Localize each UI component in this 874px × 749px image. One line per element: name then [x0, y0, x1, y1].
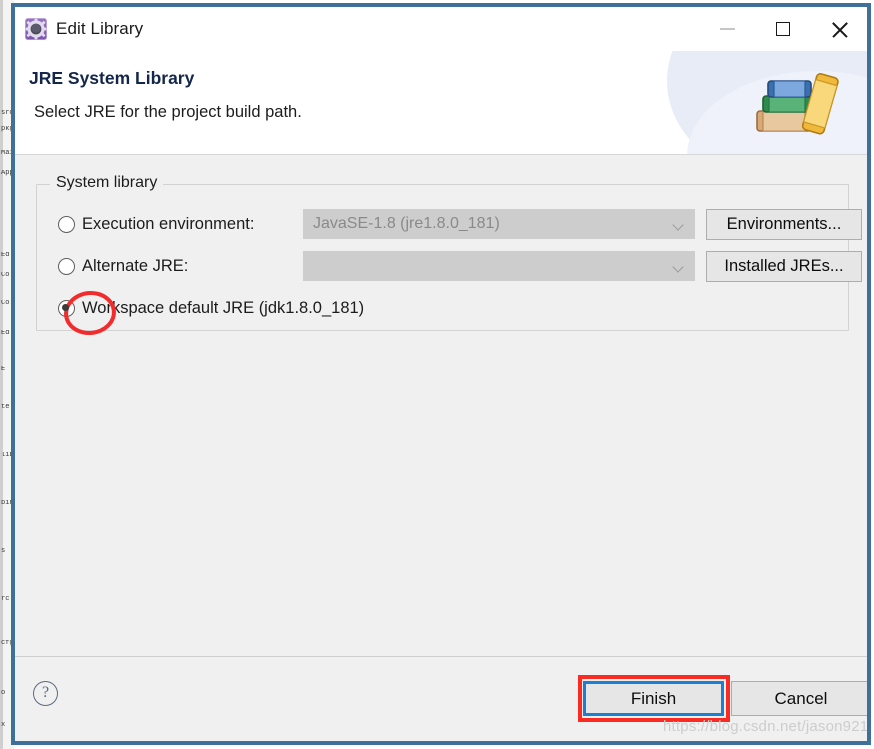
title-bar[interactable]: Edit Library — [15, 7, 867, 51]
backdrop-line: rc — [1, 596, 10, 603]
finish-button[interactable]: Finish — [583, 681, 724, 716]
cancel-button[interactable]: Cancel — [731, 681, 867, 716]
radio-label-alternate-jre: Alternate JRE: — [82, 256, 189, 275]
chevron-down-icon — [674, 263, 683, 272]
backdrop-line: Ed — [1, 330, 10, 337]
dialog-body: System library Execution environment: Ja… — [15, 155, 867, 656]
backdrop-line: te — [1, 404, 10, 411]
backdrop-line: Co — [1, 272, 10, 279]
page-title: JRE System Library — [29, 68, 195, 88]
system-library-group: System library Execution environment: Ja… — [36, 174, 862, 338]
window-controls — [699, 7, 867, 51]
alternate-jre-combo[interactable] — [303, 251, 695, 281]
close-icon — [831, 21, 848, 38]
backdrop-line: x — [1, 722, 6, 729]
maximize-icon — [776, 22, 790, 36]
backdrop-line: E — [1, 366, 6, 373]
minimize-button[interactable] — [699, 7, 755, 51]
row-execution-environment: Execution environment: JavaSE-1.8 (jre1.… — [37, 209, 862, 240]
page-subtitle: Select JRE for the project build path. — [34, 103, 302, 121]
radio-label-workspace-default-jre: Workspace default JRE (jdk1.8.0_181) — [82, 298, 365, 317]
maximize-button[interactable] — [755, 7, 811, 51]
dialog-header: JRE System Library Select JRE for the pr… — [15, 51, 867, 155]
group-legend: System library — [50, 174, 164, 192]
edit-library-dialog: Edit Library JRE System Library Select J… — [11, 3, 871, 745]
chevron-down-icon — [674, 221, 683, 230]
row-workspace-default-jre: Workspace default JRE (jdk1.8.0_181) — [37, 287, 848, 338]
close-button[interactable] — [811, 7, 867, 51]
backdrop-line: Co — [1, 300, 10, 307]
installed-jres-button[interactable]: Installed JREs... — [706, 251, 862, 282]
execution-environment-combo-value: JavaSE-1.8 (jre1.8.0_181) — [313, 215, 500, 232]
dialog-footer: ? Finish Cancel https://blog.csdn.net/ja… — [15, 656, 867, 741]
books-icon — [756, 73, 839, 135]
help-icon[interactable]: ? — [33, 681, 58, 706]
radio-label-execution-environment: Execution environment: — [82, 214, 255, 233]
backdrop-line: Ed — [1, 252, 10, 259]
watermark-text: https://blog.csdn.net/jason9211 — [663, 718, 867, 735]
execution-environment-combo[interactable]: JavaSE-1.8 (jre1.8.0_181) — [303, 209, 695, 239]
gear-icon — [25, 18, 47, 40]
row-alternate-jre: Alternate JRE: Installed JREs... — [37, 251, 862, 282]
backdrop-line: s — [1, 548, 6, 555]
window-title: Edit Library — [56, 19, 144, 38]
environments-button[interactable]: Environments... — [706, 209, 862, 240]
minimize-icon — [719, 28, 735, 30]
radio-alternate-jre[interactable] — [58, 257, 75, 275]
backdrop-line: o — [1, 690, 6, 697]
radio-execution-environment[interactable] — [58, 215, 75, 233]
radio-workspace-default-jre[interactable] — [58, 287, 119, 338]
